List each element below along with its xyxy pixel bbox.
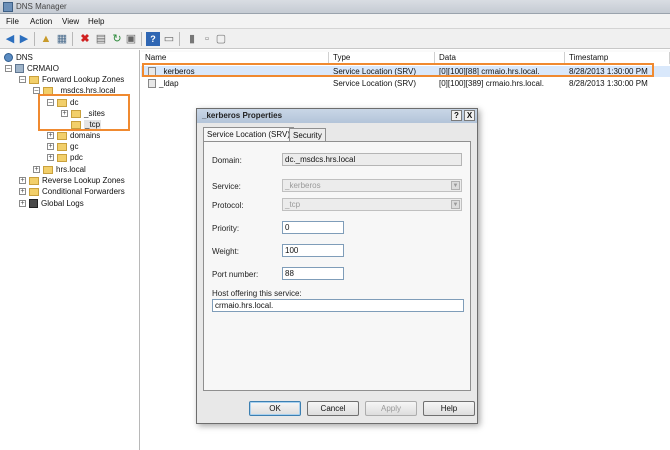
domain-label: Domain: [212, 156, 242, 165]
expand-icon[interactable]: + [33, 166, 40, 174]
weight-field[interactable]: 100 [282, 244, 344, 257]
expand-icon[interactable]: + [47, 132, 54, 140]
menu-help[interactable]: Help [88, 17, 104, 26]
service-label: Service: [212, 182, 241, 191]
window-title: DNS Manager [16, 2, 67, 11]
protocol-label: Protocol: [212, 201, 244, 210]
chevron-down-icon: ▼ [451, 181, 460, 190]
table-row[interactable]: _ldap Service Location (SRV) [0][100][38… [141, 78, 670, 89]
menu-bar: File Action View Help [0, 14, 670, 29]
filter-icon[interactable]: ▢ [214, 32, 228, 46]
chevron-down-icon: ▼ [451, 200, 460, 209]
dns-icon [4, 53, 13, 63]
host-field[interactable]: crmaio.hrs.local. [212, 299, 464, 312]
expand-icon[interactable]: + [19, 200, 26, 208]
toolbar-separator [141, 32, 142, 46]
list-header: Name Type Data Timestamp [141, 50, 670, 64]
window-titlebar: DNS Manager [0, 0, 670, 14]
refresh-icon[interactable]: ↻ [110, 32, 124, 46]
help-icon[interactable]: ? [146, 32, 160, 46]
folder-icon [29, 176, 39, 185]
port-number-label: Port number: [212, 270, 259, 279]
dns-manager-icon [3, 2, 13, 12]
console-tree-icon[interactable]: ▦ [55, 32, 69, 46]
domain-field: dc._msdcs.hrs.local [282, 153, 462, 166]
expand-icon[interactable]: + [19, 177, 26, 185]
menu-action[interactable]: Action [30, 17, 52, 26]
tab-panel-srv: Domain: dc._msdcs.hrs.local Service: _ke… [203, 141, 471, 391]
tree-item-hrs-local[interactable]: + hrs.local [33, 164, 86, 175]
tree-item-pdc[interactable]: + pdc [47, 152, 83, 163]
red-x-icon[interactable]: ✖ [78, 32, 92, 46]
row-highlight-box [142, 63, 654, 77]
properties-icon[interactable]: ▤ [94, 32, 108, 46]
priority-field[interactable]: 0 [282, 221, 344, 234]
host-label: Host offering this service: [212, 289, 302, 298]
toolbar-separator [34, 32, 35, 46]
menu-file[interactable]: File [6, 17, 19, 26]
tree-item-conditional-forwarders[interactable]: + Conditional Forwarders [19, 186, 125, 197]
service-dropdown: _kerberos ▼ [282, 179, 462, 192]
arrow-left-icon[interactable]: ◀ [3, 32, 17, 46]
console-tree: DNS – CRMAIO – Forward Lookup Zones – _msdc… [0, 50, 140, 450]
tree-highlight-box [38, 94, 130, 131]
tree-item-gc[interactable]: + gc [47, 141, 78, 152]
dialog-titlebar: _kerberos Properties ? X [197, 109, 477, 123]
ok-button[interactable]: OK [249, 401, 301, 416]
folder-icon [57, 131, 67, 140]
toolbar-separator [72, 32, 73, 46]
tree-item-dns[interactable]: DNS [4, 52, 33, 63]
port-number-field[interactable]: 88 [282, 267, 344, 280]
server-icon [15, 64, 24, 74]
properties-dialog: _kerberos Properties ? X Service Locatio… [196, 108, 478, 424]
cancel-button[interactable]: Cancel [307, 401, 359, 416]
help-button[interactable]: Help [423, 401, 475, 416]
console-icon[interactable]: ▭ [162, 32, 176, 46]
collapse-icon[interactable]: – [19, 76, 26, 84]
tree-item-forward-zones[interactable]: – Forward Lookup Zones [19, 74, 124, 85]
record-icon [148, 79, 156, 88]
dialog-title: _kerberos Properties [202, 111, 283, 120]
expand-icon[interactable]: + [47, 154, 54, 162]
expand-icon[interactable]: + [47, 143, 54, 151]
tab-service-location[interactable]: Service Location (SRV) [203, 127, 294, 142]
apply-button[interactable]: Apply [365, 401, 417, 416]
server-icon[interactable]: ▮ [185, 32, 199, 46]
folder-icon [29, 187, 39, 196]
export-list-icon[interactable]: ▣ [124, 32, 138, 46]
folder-up-icon[interactable]: ▲ [39, 32, 53, 46]
tree-item-reverse-zones[interactable]: + Reverse Lookup Zones [19, 175, 125, 186]
folder-icon [29, 75, 39, 84]
tree-item-server[interactable]: – CRMAIO [5, 63, 59, 74]
protocol-dropdown: _tcp ▼ [282, 198, 462, 211]
toolbar: ◀ ▶ ▲ ▦ ✖ ▤ ↻ ▣ ? ▭ ▮ ▫ ▢ [0, 29, 670, 49]
tree-item-global-logs[interactable]: + Global Logs [19, 198, 84, 209]
folder-icon [57, 153, 67, 162]
collapse-icon[interactable]: – [5, 65, 12, 73]
close-icon[interactable]: X [464, 110, 475, 121]
tree-item-domains[interactable]: + domains [47, 130, 100, 141]
arrow-right-icon[interactable]: ▶ [17, 32, 31, 46]
toolbar-separator [179, 32, 180, 46]
help-icon[interactable]: ? [451, 110, 462, 121]
menu-view[interactable]: View [62, 17, 79, 26]
global-logs-icon [29, 199, 38, 209]
zone-icon[interactable]: ▫ [200, 32, 214, 46]
tab-security[interactable]: Security [289, 128, 326, 142]
folder-icon [57, 142, 67, 151]
expand-icon[interactable]: + [19, 188, 26, 196]
priority-label: Priority: [212, 224, 240, 233]
weight-label: Weight: [212, 247, 239, 256]
zone-icon [43, 165, 53, 174]
